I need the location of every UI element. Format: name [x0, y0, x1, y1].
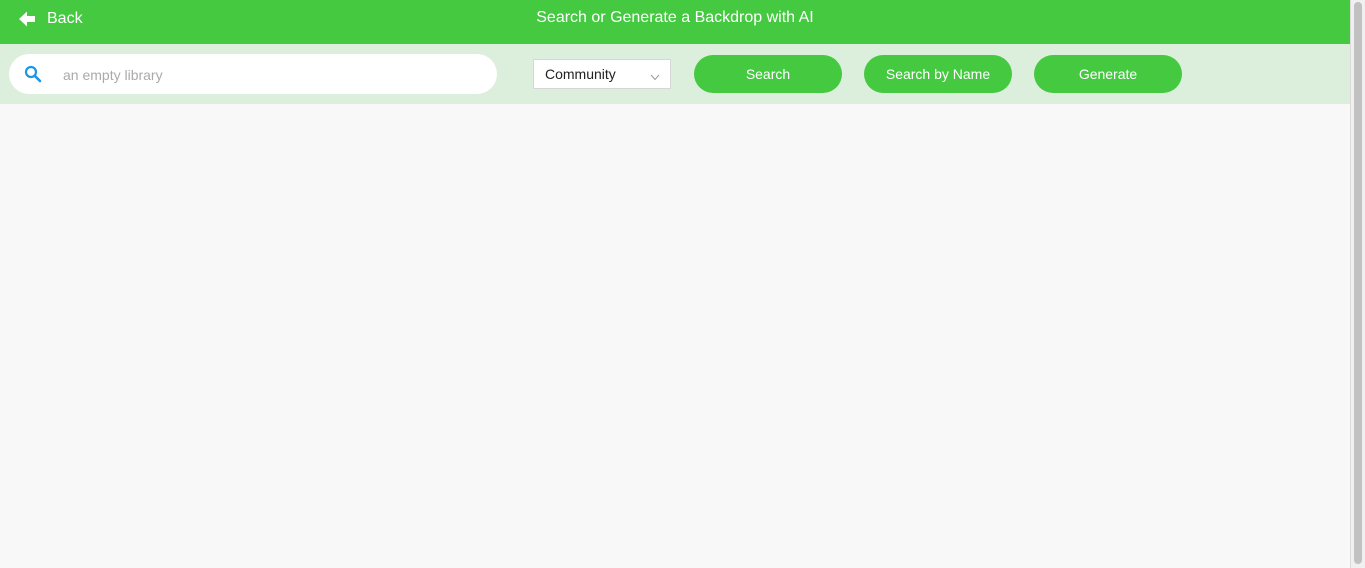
- search-by-name-button-label: Search by Name: [885, 66, 991, 82]
- vertical-scrollbar[interactable]: [1350, 0, 1365, 568]
- generate-button[interactable]: Generate: [1034, 55, 1182, 93]
- search-by-name-button[interactable]: Search by Name: [864, 55, 1012, 93]
- scrollbar-thumb[interactable]: [1354, 2, 1362, 564]
- search-icon: [24, 65, 42, 83]
- search-input[interactable]: [61, 62, 485, 88]
- search-toolbar: Community Search Search by Name Generate: [0, 44, 1350, 104]
- search-box[interactable]: [9, 54, 497, 94]
- chevron-down-icon: [650, 69, 660, 81]
- header-bar: Back Search or Generate a Backdrop with …: [0, 0, 1350, 44]
- source-select-value: Community: [545, 66, 616, 82]
- backdrop-search-page: Back Search or Generate a Backdrop with …: [0, 0, 1365, 568]
- page-title: Search or Generate a Backdrop with AI: [536, 9, 814, 26]
- search-button[interactable]: Search: [694, 55, 842, 93]
- generate-button-label: Generate: [1078, 66, 1138, 82]
- results-area: [0, 104, 1350, 568]
- search-button-label: Search: [745, 66, 791, 82]
- source-select[interactable]: Community: [533, 59, 671, 89]
